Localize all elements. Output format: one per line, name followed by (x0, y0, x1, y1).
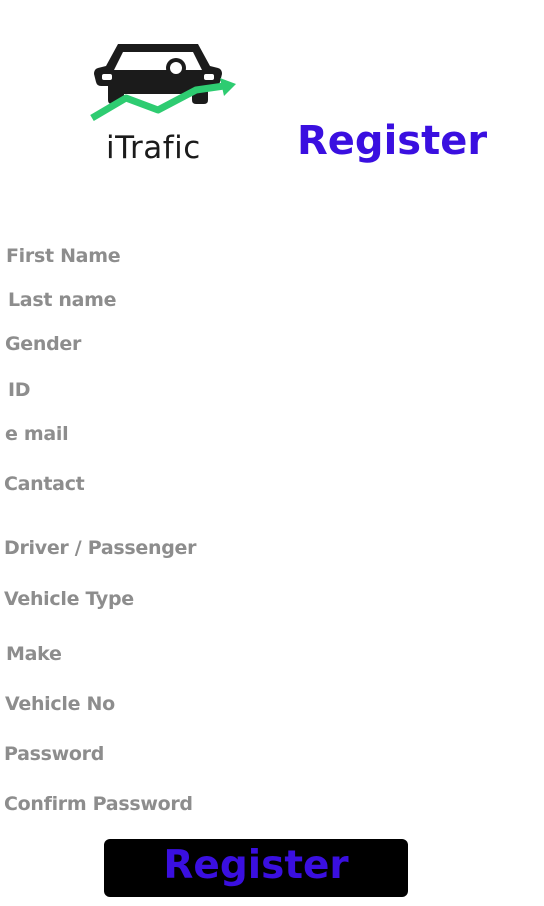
app-logo: iTrafic (88, 38, 240, 170)
vehicle-type-label: Vehicle Type (4, 588, 134, 610)
register-button-label: Register (163, 843, 349, 888)
gender-label: Gender (5, 333, 82, 355)
last-name-label: Last name (8, 289, 117, 311)
logo-text: iTrafic (106, 130, 201, 166)
email-label: e mail (5, 423, 69, 445)
driver-passenger-label: Driver / Passenger (4, 537, 197, 559)
id-label: ID (8, 379, 31, 401)
password-label: Password (4, 743, 105, 765)
contact-label: Cantact (4, 473, 85, 495)
vehicle-no-label: Vehicle No (5, 693, 115, 715)
register-button[interactable]: Register (104, 839, 408, 897)
confirm-password-label: Confirm Password (4, 793, 193, 815)
page-title: Register (297, 118, 488, 164)
first-name-label: First Name (6, 245, 121, 267)
car-icon (90, 44, 236, 122)
make-label: Make (6, 643, 62, 665)
